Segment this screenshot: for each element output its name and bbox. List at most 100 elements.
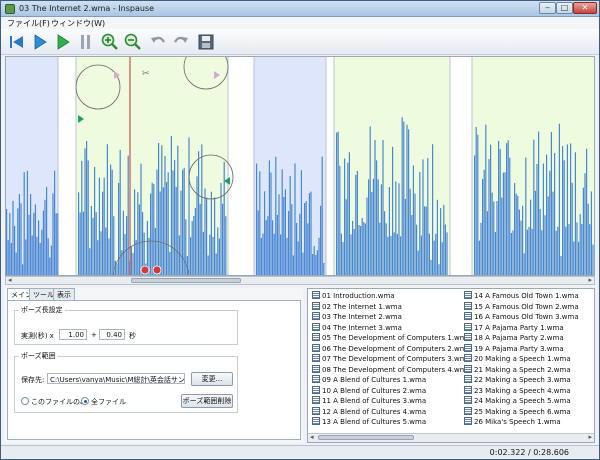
file-list-item[interactable]: 05 The Development of Computers 1.wma [312, 333, 471, 343]
file-list-item[interactable]: 26 Mika's Speech 1.wma [464, 417, 561, 427]
file-list-item[interactable]: 07 The Development of Computers 3.wma [312, 354, 471, 364]
file-name: 01 Introduction.wma [322, 292, 395, 300]
waveform-bar [297, 241, 299, 275]
list-scroll-left-icon[interactable]: ◂ [310, 433, 314, 441]
waveform-bar [530, 199, 532, 275]
file-list-item[interactable]: 04 The Internet 3.wma [312, 322, 402, 333]
waveform-bar [31, 235, 33, 275]
waveform-canvas[interactable]: ✂ [6, 57, 595, 276]
audio-file-icon [312, 354, 320, 362]
offset-input[interactable]: 0.40 [99, 329, 125, 340]
radio-all-files[interactable] [81, 397, 89, 405]
file-list-item[interactable]: 19 A Pajama Party 3.wma [464, 343, 564, 354]
play-pause-icon[interactable] [53, 32, 73, 52]
file-list-item[interactable]: 10 A Blend of Cultures 2.wma [312, 385, 426, 396]
file-list-item[interactable]: 17 A Pajama Party 1.wma [464, 322, 564, 333]
waveform-bar [396, 233, 398, 275]
toolbar [1, 29, 599, 55]
waveform-view[interactable]: ✂ [5, 56, 595, 276]
play-icon[interactable] [30, 32, 50, 52]
audio-file-icon [464, 343, 472, 352]
audio-file-icon [312, 364, 320, 373]
radio-this-file[interactable] [21, 397, 29, 405]
minimize-button[interactable]: ‒ [539, 2, 556, 14]
tab-content: ポーズ長設定 実測(秒) x 1.00 + 0.40 秒 ポーズ範囲 保存先: … [7, 300, 301, 440]
waveform-bar [560, 256, 562, 275]
waveform-bar [289, 175, 291, 275]
zoom-out-icon[interactable] [123, 32, 143, 52]
waveform-scrollbar[interactable]: ◂ ▸ [5, 276, 595, 285]
undo-icon[interactable] [148, 32, 168, 52]
save-icon[interactable] [196, 32, 216, 52]
file-list-item[interactable]: 15 A Famous Old Town 2.wma [464, 301, 579, 312]
waveform-bar [376, 160, 378, 275]
waveform-bar [528, 226, 530, 275]
multiplier-input[interactable]: 1.00 [59, 329, 87, 340]
file-list-item[interactable]: 18 A Pajama Party 2.wma [464, 333, 564, 343]
list-scroll-right-icon[interactable]: ▸ [588, 433, 592, 441]
file-list-item[interactable]: 16 A Famous Old Town 3.wma [464, 312, 579, 322]
pause-icon[interactable] [76, 32, 96, 52]
file-list-item[interactable]: 01 Introduction.wma [312, 291, 395, 301]
audio-file-icon [464, 322, 472, 331]
file-list-item[interactable]: 23 Making a Speech 4.wma [464, 385, 571, 396]
scroll-right-icon[interactable]: ▸ [588, 276, 592, 284]
skip-back-icon[interactable] [7, 32, 27, 52]
file-list-item[interactable]: 25 Making a Speech 6.wma [464, 406, 571, 417]
file-list-item[interactable]: 22 Making a Speech 3.wma [464, 375, 571, 385]
waveform-bar [26, 170, 28, 275]
waveform-bar [372, 178, 374, 275]
menu-window[interactable]: ウィンドウ(W) [51, 18, 105, 29]
file-list-item[interactable]: 14 A Famous Old Town 1.wma [464, 291, 579, 301]
waveform-bar [217, 227, 219, 275]
file-list-item[interactable]: 06 The Development of Computers 2.wma [312, 343, 471, 354]
waveform-bar [541, 230, 543, 275]
audio-file-icon [464, 406, 472, 415]
title-bar[interactable]: 03 The Internet 2.wma - Inspause ‒ □ ✕ [1, 1, 599, 17]
file-list-item[interactable]: 20 Making a Speech 1.wma [464, 354, 571, 364]
waveform-bar [178, 235, 180, 275]
menu-file[interactable]: ファイル(F) [7, 18, 50, 29]
waveform-bar [14, 226, 16, 275]
radio-all-files-label[interactable]: 全ファイル [91, 397, 126, 407]
audio-file-icon [312, 291, 320, 299]
file-list-scroll-thumb[interactable] [318, 435, 414, 440]
waveform-bar [507, 140, 509, 275]
waveform-bar [158, 143, 160, 275]
file-list[interactable]: 01 Introduction.wma 02 The Internet 1.wma… [307, 288, 595, 443]
waveform-bar [587, 203, 589, 275]
close-button[interactable]: ✕ [573, 2, 597, 14]
scroll-left-icon[interactable]: ◂ [8, 276, 12, 284]
waveform-bar [504, 172, 506, 275]
waveform-bar [483, 169, 485, 275]
file-list-item[interactable]: 24 Making a Speech 5.wma [464, 396, 571, 406]
file-list-item[interactable]: 08 The Development of Computers 4.wma [312, 364, 471, 375]
file-list-item[interactable]: 03 The Internet 2.wma [312, 312, 402, 322]
file-list-item[interactable]: 11 A Blend of Cultures 3.wma [312, 396, 426, 406]
waveform-bar [414, 193, 416, 275]
maximize-button[interactable]: □ [556, 2, 573, 14]
waveform-scroll-thumb[interactable] [131, 278, 241, 283]
waveform-bar [89, 248, 91, 275]
target-path-field[interactable]: C:\Users\vanya\Music\M総計\英会話サンプル [47, 373, 185, 384]
file-list-item[interactable]: 21 Making a Speech 2.wma [464, 364, 571, 375]
zoom-in-icon[interactable] [100, 32, 120, 52]
waveform-bar [538, 131, 540, 275]
change-button[interactable]: 変更... [191, 372, 233, 386]
apply-pause-range-button[interactable]: ポーズ範囲削除 [181, 394, 233, 408]
file-list-item[interactable]: 13 A Blend of Cultures 5.wma [312, 417, 426, 427]
file-list-scrollbar[interactable]: ◂ ▸ [308, 433, 594, 442]
file-list-item[interactable]: 09 A Blend of Cultures 1.wma [312, 375, 426, 385]
waveform-bar [302, 252, 304, 275]
waveform-bar [17, 208, 19, 275]
file-list-item[interactable]: 12 A Blend of Cultures 4.wma [312, 406, 426, 417]
redo-icon[interactable] [171, 32, 191, 52]
file-list-item[interactable]: 02 The Internet 1.wma [312, 301, 402, 312]
waveform-bar [170, 135, 172, 275]
waveform-bar [94, 166, 96, 275]
waveform-bar [506, 143, 508, 275]
radio-this-file-label[interactable]: このファイルのみ [31, 397, 87, 407]
waveform-bar [380, 184, 382, 275]
tab-view[interactable]: 表示 [53, 288, 75, 300]
waveform-bar [581, 224, 583, 275]
